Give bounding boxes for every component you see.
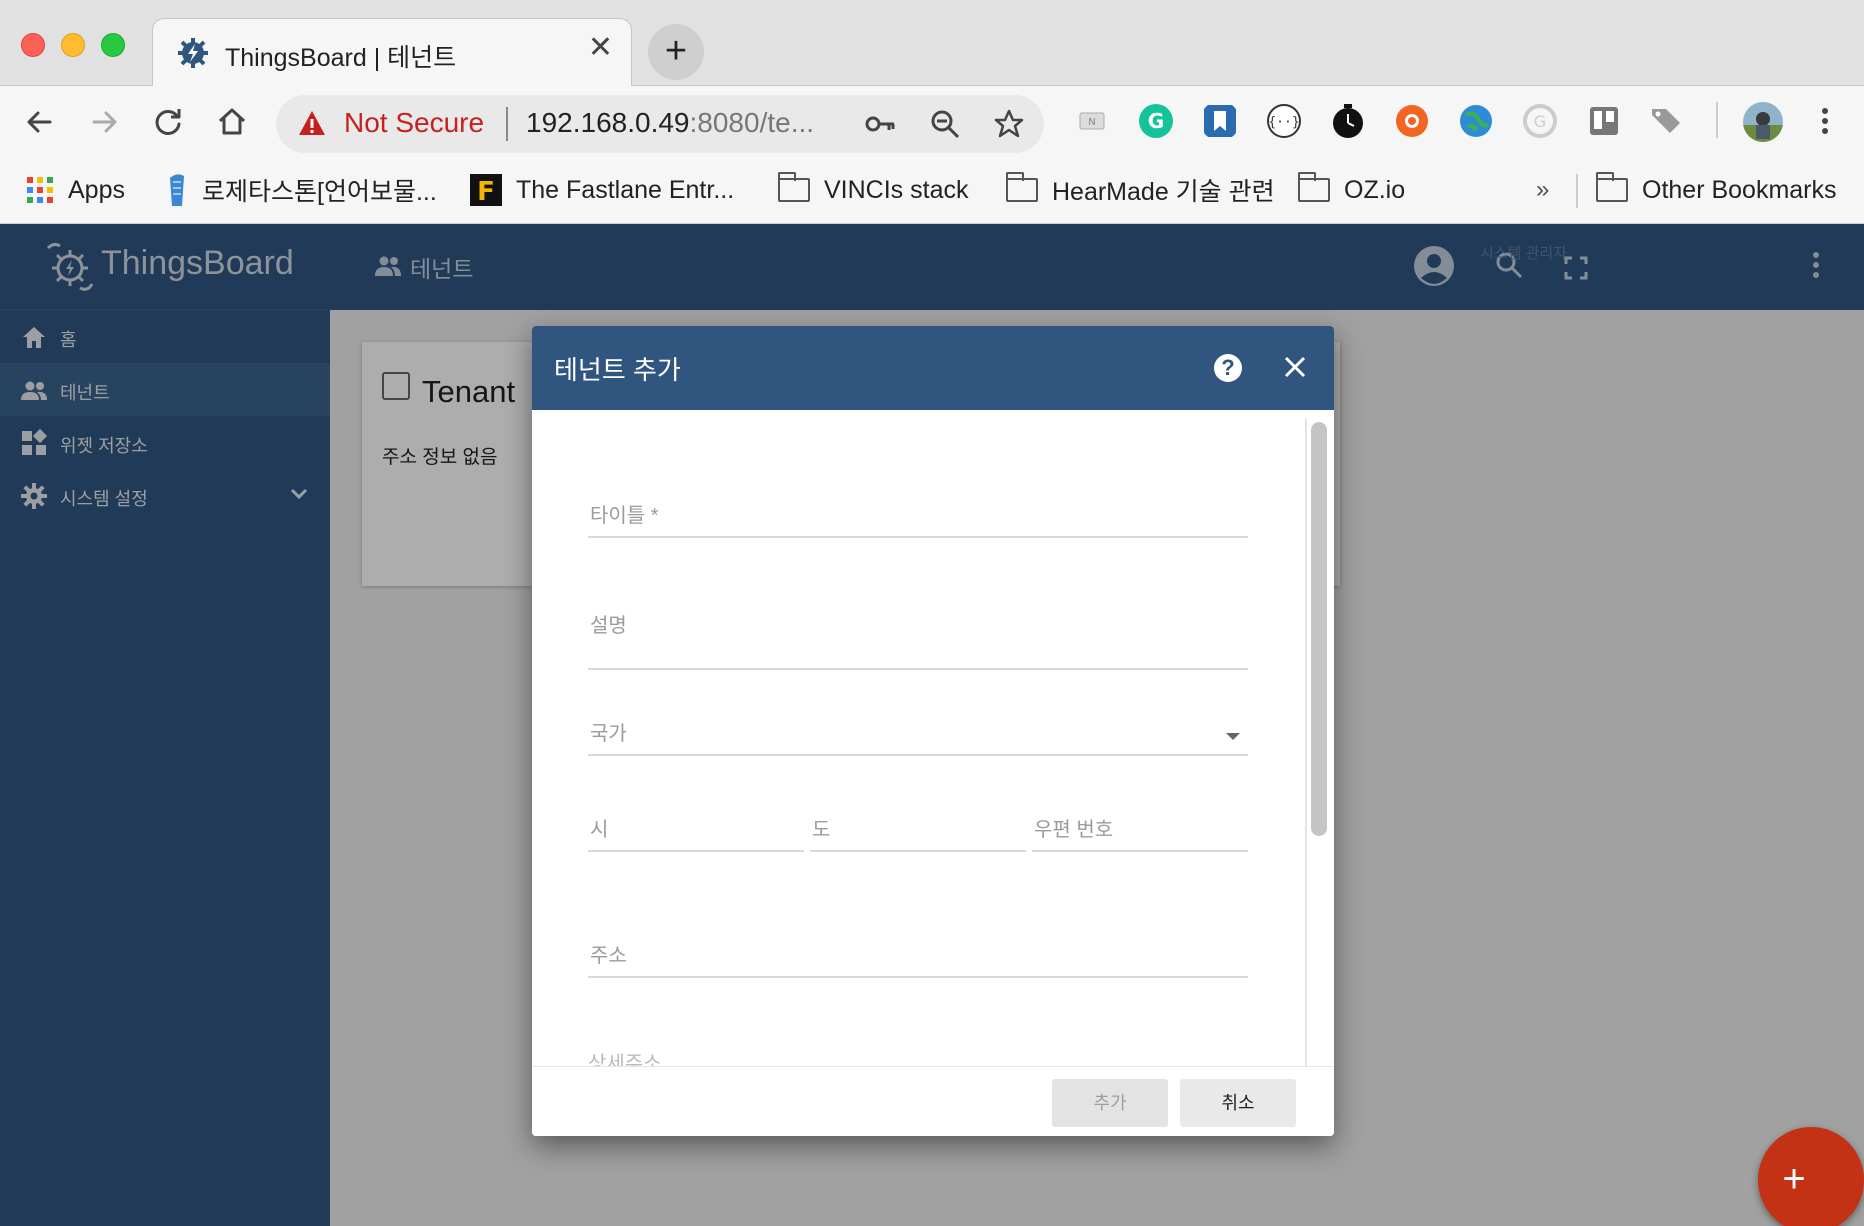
bookmark-label: Apps xyxy=(68,175,125,204)
dialog-actions: 추가 취소 xyxy=(532,1066,1334,1136)
bookmark-hearmade[interactable]: HearMade 기술 관련 xyxy=(1006,168,1275,212)
country-select[interactable]: 국가 xyxy=(588,716,1248,756)
close-icon[interactable] xyxy=(1280,352,1310,382)
bookmark-extension-icon[interactable] xyxy=(1200,101,1240,141)
svg-text:{··}: {··} xyxy=(1268,115,1299,130)
close-window-button[interactable] xyxy=(21,33,45,57)
bookmarks-overflow-button[interactable]: » xyxy=(1536,168,1549,212)
dropdown-arrow-icon xyxy=(1226,733,1240,740)
bookmarks-bar: Apps 로제타스톤[언어보물... F The Fastlane Entr..… xyxy=(0,158,1864,224)
address-separator xyxy=(506,107,508,141)
browser-menu-icon[interactable] xyxy=(1810,101,1840,141)
tab-close-icon[interactable]: ✕ xyxy=(588,33,613,63)
toolbar-divider xyxy=(1716,102,1718,138)
bookmark-label: OZ.io xyxy=(1344,175,1406,204)
country-field-label: 국가 xyxy=(590,723,627,745)
folder-icon xyxy=(1596,172,1628,202)
address-field[interactable]: 주소 xyxy=(588,938,1248,978)
extension-n-icon[interactable]: N xyxy=(1072,101,1112,141)
scrollbar-track xyxy=(1305,418,1307,1066)
city-field[interactable]: 시 xyxy=(588,812,804,852)
key-icon[interactable] xyxy=(864,109,896,139)
dialog-header: 테넌트 추가 ? xyxy=(532,326,1334,410)
grey-g-extension-icon[interactable]: G xyxy=(1520,101,1560,141)
dialog-body: 타이틀 * 설명 국가 시 도 우편 번호 주소 상세주소 xyxy=(532,410,1334,1066)
clock-extension-icon[interactable] xyxy=(1328,101,1368,141)
state-field-label: 도 xyxy=(812,819,831,841)
browser-toolbar: Not Secure 192.168.0.49:8080/te... N G {… xyxy=(0,86,1864,158)
title-field-label: 타이틀 * xyxy=(590,505,659,527)
rosetta-icon xyxy=(170,174,184,206)
new-tab-button[interactable]: + xyxy=(648,24,704,80)
forward-arrow-icon[interactable] xyxy=(82,100,126,144)
cancel-button[interactable]: 취소 xyxy=(1180,1079,1296,1127)
browser-tab-active[interactable]: ThingsBoard | 테넌트 ✕ xyxy=(152,18,632,87)
add-tenant-dialog: 테넌트 추가 ? 타이틀 * 설명 국가 시 도 우편 번호 주소 상세주소 추… xyxy=(532,326,1334,1136)
bookmark-label: The Fastlane Entr... xyxy=(516,175,735,204)
bookmark-apps[interactable]: Apps xyxy=(26,168,125,212)
zip-field-label: 우편 번호 xyxy=(1034,819,1114,841)
home-icon[interactable] xyxy=(210,100,254,144)
fastlane-icon: F xyxy=(470,174,502,206)
dialog-title: 테넌트 추가 xyxy=(554,355,681,385)
trello-icon[interactable] xyxy=(1584,101,1624,141)
bookmarks-divider xyxy=(1576,174,1578,208)
description-field[interactable]: 설명 xyxy=(588,608,1248,670)
url-text[interactable]: 192.168.0.49:8080/te... xyxy=(526,107,814,139)
bookmark-vincis-stack[interactable]: VINCIs stack xyxy=(778,168,968,212)
folder-icon xyxy=(1006,172,1038,202)
tab-title: ThingsBoard | 테넌트 xyxy=(225,44,457,72)
minimize-window-button[interactable] xyxy=(61,33,85,57)
bookmark-fastlane[interactable]: F The Fastlane Entr... xyxy=(470,168,734,212)
svg-text:G: G xyxy=(1534,112,1546,131)
zoom-out-icon[interactable] xyxy=(930,109,960,139)
tags-icon[interactable] xyxy=(1648,101,1688,141)
svg-text:N: N xyxy=(1088,117,1095,128)
folder-icon xyxy=(778,172,810,202)
svg-text:G: G xyxy=(1148,109,1164,133)
address-bar[interactable]: Not Secure 192.168.0.49:8080/te... xyxy=(276,95,1044,153)
bookmark-rosetta[interactable]: 로제타스톤[언어보물... xyxy=(166,168,437,212)
help-icon[interactable]: ? xyxy=(1214,354,1242,382)
bookmark-star-icon[interactable] xyxy=(994,109,1024,139)
other-bookmarks-label: Other Bookmarks xyxy=(1642,175,1837,204)
description-field-label: 설명 xyxy=(590,615,627,637)
json-viewer-icon[interactable]: {··} xyxy=(1264,101,1304,141)
reload-icon[interactable] xyxy=(146,100,190,144)
globe-extension-icon[interactable] xyxy=(1456,101,1496,141)
folder-icon xyxy=(1298,172,1330,202)
back-arrow-icon[interactable] xyxy=(18,100,62,144)
svg-text:F: F xyxy=(477,177,495,206)
address-field-label: 주소 xyxy=(590,945,627,967)
scrollbar-thumb[interactable] xyxy=(1311,422,1327,836)
not-secure-label[interactable]: Not Secure xyxy=(344,107,484,139)
other-bookmarks[interactable]: Other Bookmarks xyxy=(1596,168,1837,212)
title-field[interactable]: 타이틀 * xyxy=(588,498,1248,538)
help-lifebuoy-icon[interactable] xyxy=(1392,101,1432,141)
bookmark-label: HearMade 기술 관련 xyxy=(1052,178,1275,206)
address2-field-label[interactable]: 상세주소 xyxy=(588,1042,662,1066)
zoom-window-button[interactable] xyxy=(101,33,125,57)
state-field[interactable]: 도 xyxy=(810,812,1026,852)
warning-icon xyxy=(299,111,325,135)
profile-avatar[interactable] xyxy=(1742,101,1784,143)
bookmark-label: VINCIs stack xyxy=(824,175,969,204)
add-button[interactable]: 추가 xyxy=(1052,1079,1168,1127)
bookmark-label: 로제타스톤[언어보물... xyxy=(202,178,437,206)
city-field-label: 시 xyxy=(590,819,609,841)
browser-tabstrip: ThingsBoard | 테넌트 ✕ + xyxy=(0,0,1864,87)
add-tenant-fab[interactable]: + xyxy=(1758,1127,1864,1226)
thingsboard-favicon-icon xyxy=(178,38,208,68)
grammarly-icon[interactable]: G xyxy=(1136,101,1176,141)
zip-field[interactable]: 우편 번호 xyxy=(1032,812,1248,852)
bookmark-ozio[interactable]: OZ.io xyxy=(1298,168,1405,212)
apps-grid-icon xyxy=(27,177,53,203)
